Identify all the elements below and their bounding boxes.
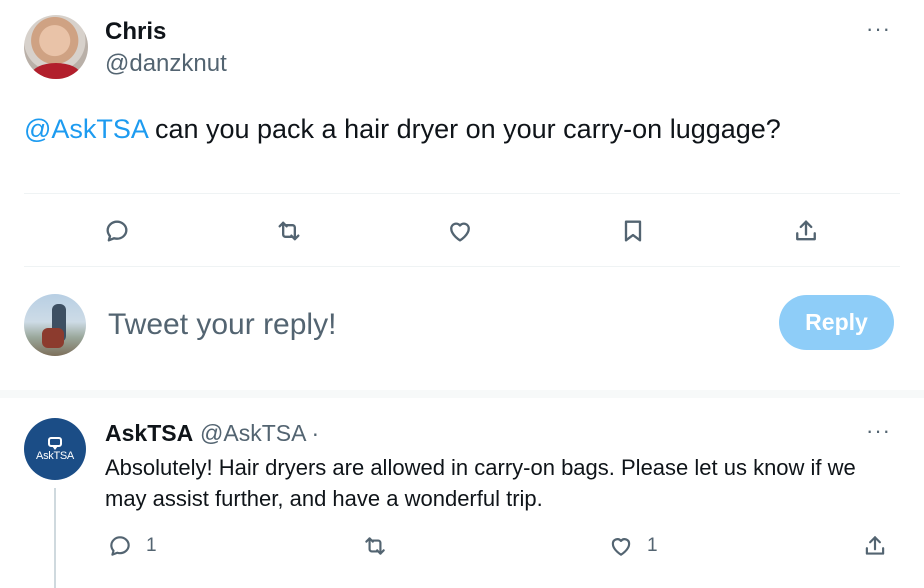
reply-button[interactable]: Reply <box>779 295 894 350</box>
like-icon[interactable] <box>440 211 480 251</box>
divider <box>24 266 900 267</box>
tweet-text: @AskTSA can you pack a hair dryer on you… <box>24 112 781 146</box>
retweet-icon[interactable] <box>357 528 393 564</box>
reply-icon[interactable] <box>104 528 136 564</box>
retweet-icon[interactable] <box>269 211 309 251</box>
tweet-body: can you pack a hair dryer on your carry-… <box>147 114 781 144</box>
reply-icon[interactable] <box>97 211 137 251</box>
reply-count: 1 <box>146 535 157 556</box>
more-icon[interactable]: ··· <box>866 18 891 40</box>
author-handle[interactable]: @danzknut <box>105 50 227 78</box>
thread-line <box>54 488 56 588</box>
reply-action[interactable]: 1 <box>104 528 157 564</box>
my-avatar[interactable] <box>24 294 86 356</box>
chat-bubble-icon <box>48 436 62 450</box>
share-icon[interactable] <box>786 211 826 251</box>
section-separator <box>0 390 924 398</box>
reply-input[interactable] <box>108 303 708 347</box>
more-icon[interactable]: ··· <box>866 420 891 442</box>
reply-author-name[interactable]: AskTSA <box>105 420 193 447</box>
reply-author-handle[interactable]: @AskTSA · <box>200 420 319 447</box>
like-action[interactable]: 1 <box>605 528 658 564</box>
mention-link[interactable]: @AskTSA <box>24 114 147 144</box>
like-count: 1 <box>647 535 658 556</box>
bookmark-icon[interactable] <box>613 211 653 251</box>
author-name[interactable]: Chris <box>105 18 166 46</box>
divider <box>24 193 900 194</box>
author-avatar[interactable] <box>24 15 88 79</box>
avatar-label: AskTSA <box>36 449 74 462</box>
reply-text: Absolutely! Hair dryers are allowed in c… <box>105 455 856 511</box>
share-icon[interactable] <box>857 528 893 564</box>
like-icon[interactable] <box>605 528 637 564</box>
asktsa-avatar[interactable]: AskTSA <box>24 418 86 480</box>
